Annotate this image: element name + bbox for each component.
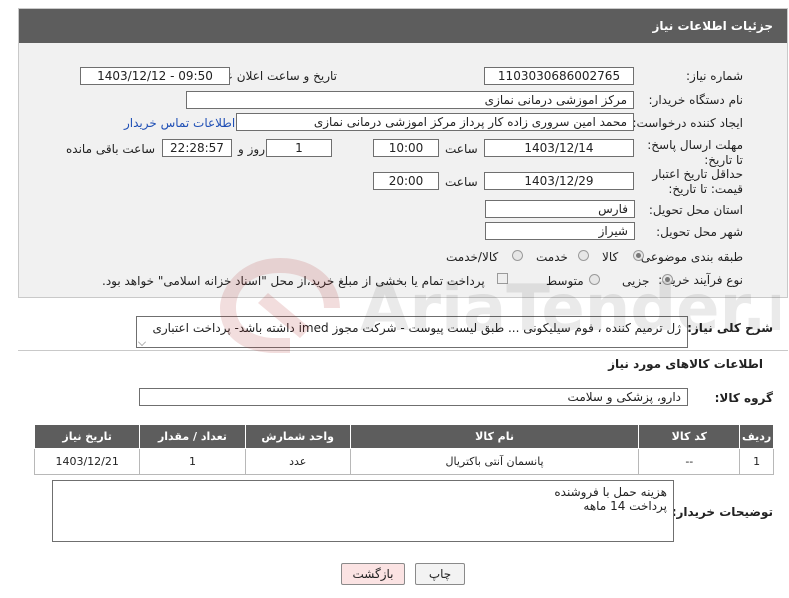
- panel-title: جزئیات اطلاعات نیاز: [19, 9, 787, 43]
- col-quantity: تعداد / مقدار: [139, 424, 246, 449]
- buyer-notes-line-2: پرداخت 14 ماهه: [583, 499, 667, 513]
- table-row[interactable]: 1 -- پانسمان آنتی باکتریال عدد 1 1403/12…: [33, 448, 774, 475]
- reply-time-label: ساعت: [445, 142, 478, 156]
- back-button[interactable]: بازگشت: [341, 563, 405, 585]
- goods-group-label: گروه کالا:: [714, 391, 773, 405]
- buyer-org-label: نام دستگاه خریدار:: [648, 93, 744, 107]
- treasury-note: پرداخت تمام یا بخشی از مبلغ خرید،از محل …: [102, 274, 485, 288]
- col-row-number: ردیف: [739, 424, 774, 449]
- cell-unit: عدد: [244, 448, 351, 475]
- reply-date-field: 1403/12/14: [484, 139, 634, 157]
- category-service-radio[interactable]: [578, 250, 589, 261]
- province-field: فارس: [485, 200, 635, 218]
- city-label: شهر محل تحویل:: [656, 225, 743, 239]
- category-goods-label: کالا: [602, 250, 619, 264]
- buyer-org-field: مرکز اموزشی درمانی نمازی: [186, 91, 634, 109]
- requester-label: ایجاد کننده درخواست:: [632, 116, 743, 130]
- treasury-checkbox[interactable]: [497, 273, 508, 284]
- need-desc-label: شرح کلی نیاز:: [687, 321, 773, 335]
- need-number-field: 1103030686002765: [484, 67, 634, 85]
- requester-field: محمد امین سروری زاده کار پرداز مرکز اموز…: [236, 113, 634, 131]
- purchase-medium-radio[interactable]: [589, 274, 600, 285]
- section-divider: [18, 350, 788, 351]
- city-field: شیراز: [485, 222, 635, 240]
- validity-time-label: ساعت: [445, 175, 478, 189]
- buyer-notes-line-1: هزینه حمل با فروشنده: [554, 485, 667, 499]
- col-goods-code: کد کالا: [638, 424, 741, 449]
- buyer-contact-link[interactable]: اطلاعات تماس خریدار: [124, 116, 235, 130]
- buyer-notes-label: توضیحات خریدار:: [671, 505, 773, 519]
- col-goods-name: نام کالا: [349, 424, 640, 449]
- purchase-minor-radio[interactable]: [662, 274, 673, 285]
- price-validity-label: حداقل تاریخ اعتبار قیمت: تا تاریخ:: [652, 167, 743, 196]
- goods-info-heading: اطلاعات کالاهای مورد نیاز: [608, 357, 763, 371]
- category-goods-radio[interactable]: [633, 250, 644, 261]
- col-need-date: تاریخ نیاز: [33, 424, 141, 449]
- cell-row-number: 1: [739, 448, 774, 475]
- hours-left-label: ساعت باقی مانده: [66, 142, 156, 156]
- category-label: طبقه بندی موضوعی:: [636, 250, 743, 264]
- days-and-label: روز و: [238, 142, 265, 156]
- category-service-label: خدمت: [536, 250, 568, 264]
- remaining-time-field: 22:28:57: [162, 139, 232, 157]
- reply-days-field: 1: [266, 139, 332, 157]
- announce-datetime-field: 1403/12/12 - 09:50: [80, 67, 230, 85]
- validity-date-field: 1403/12/29: [484, 172, 634, 190]
- category-goods-service-label: کالا/خدمت: [446, 250, 499, 264]
- print-button[interactable]: چاپ: [415, 563, 465, 585]
- reply-time-field: 10:00: [373, 139, 439, 157]
- category-goods-service-radio[interactable]: [512, 250, 523, 261]
- table-header-row: ردیف کد کالا نام کالا واحد شمارش تعداد /…: [33, 424, 774, 449]
- buyer-notes-field: هزینه حمل با فروشنده پرداخت 14 ماهه: [52, 480, 674, 542]
- cell-need-date: 1403/12/21: [33, 448, 141, 475]
- cell-goods-code: --: [638, 448, 741, 475]
- purchase-minor-label: جزیی: [622, 274, 650, 288]
- cell-goods-name: پانسمان آنتی باکتریال: [349, 448, 640, 475]
- province-label: استان محل تحویل:: [648, 203, 743, 217]
- goods-table: ردیف کد کالا نام کالا واحد شمارش تعداد /…: [33, 424, 774, 475]
- need-number-label: شماره نیاز:: [686, 69, 743, 83]
- need-desc-field: ژل ترمیم کننده ، فوم سیلیکونی ... طبق لی…: [136, 316, 688, 348]
- goods-group-field: دارو، پزشکی و سلامت: [139, 388, 688, 406]
- validity-time-field: 20:00: [373, 172, 439, 190]
- col-unit: واحد شمارش: [244, 424, 351, 449]
- reply-deadline-label: مهلت ارسال پاسخ: تا تاریخ:: [647, 138, 743, 167]
- purchase-medium-label: متوسط: [546, 274, 584, 288]
- cell-quantity: 1: [139, 448, 246, 475]
